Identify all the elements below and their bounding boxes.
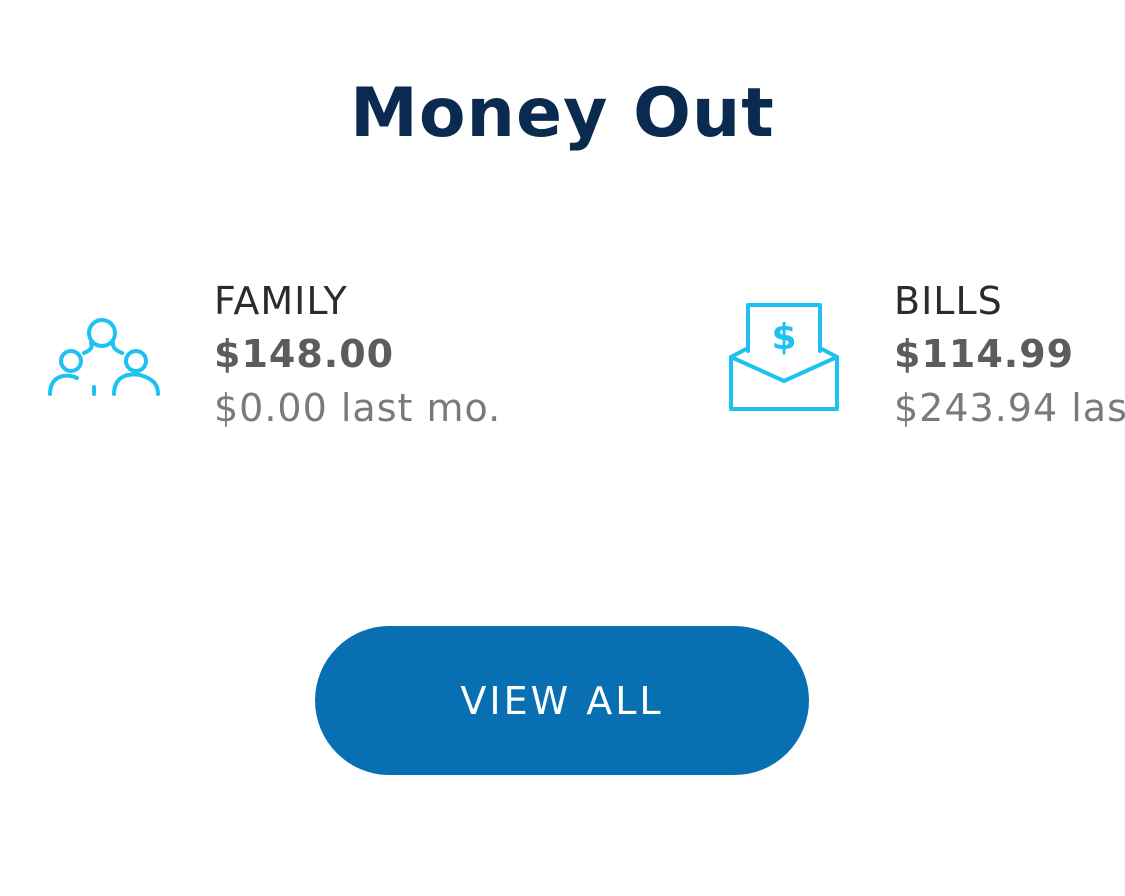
svg-text:$: $	[771, 317, 796, 358]
category-amount: $114.99	[894, 332, 1075, 376]
envelope-dollar-icon: $	[724, 303, 844, 419]
category-last-month: $0.00 last mo.	[214, 386, 502, 430]
family-icon	[44, 303, 164, 407]
category-amount: $148.00	[214, 332, 395, 376]
category-bills[interactable]: $ BILLS $114.99 $243.94 last	[724, 275, 1125, 445]
category-label: FAMILY	[214, 279, 348, 323]
page-title: Money Out	[350, 74, 775, 153]
category-last-month: $243.94 last	[894, 386, 1125, 430]
view-all-button[interactable]: VIEW ALL	[315, 626, 809, 775]
category-label: BILLS	[894, 279, 1003, 323]
category-family[interactable]: FAMILY $148.00 $0.00 last mo.	[44, 275, 644, 445]
